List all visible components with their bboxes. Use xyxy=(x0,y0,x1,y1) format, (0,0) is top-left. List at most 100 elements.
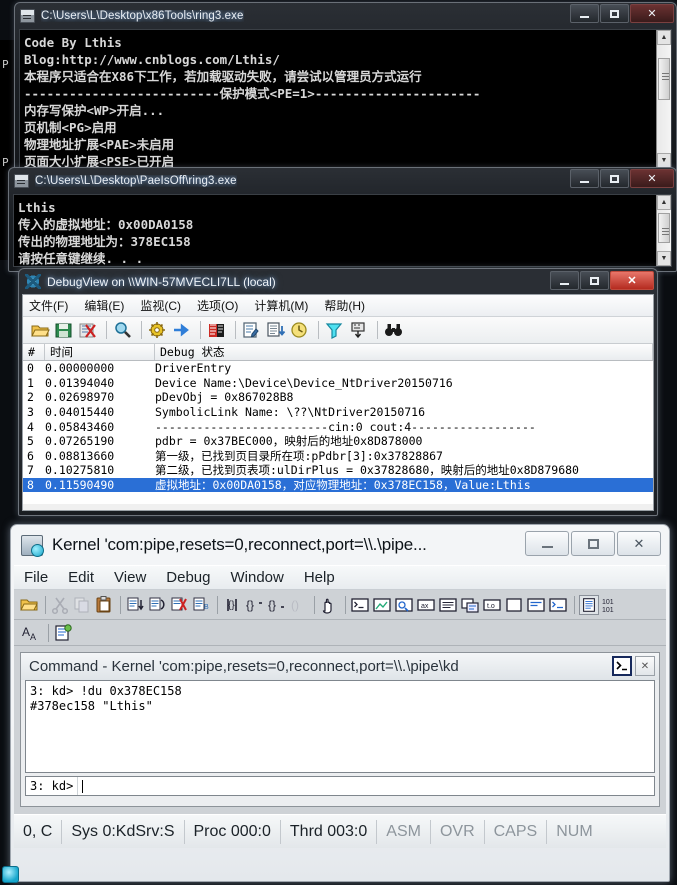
font-icon[interactable]: AA xyxy=(22,623,42,643)
step-over-icon[interactable]: {} xyxy=(244,595,264,615)
clock-icon[interactable] xyxy=(289,320,311,340)
disassembly-icon[interactable]: t.o xyxy=(482,595,502,615)
registers-window-icon[interactable]: ax xyxy=(416,595,436,615)
titlebar[interactable]: Kernel 'com:pipe,resets=0,reconnect,port… xyxy=(11,525,669,565)
minimize-button[interactable] xyxy=(570,169,599,188)
menu-item-edit[interactable]: Edit xyxy=(68,569,94,586)
table-row[interactable]: 6 0.08813660 第一级，已找到页目录所在项:pPdbr[3]:0x3782… xyxy=(23,449,653,464)
scrollbar-thumb[interactable] xyxy=(658,213,670,243)
titlebar[interactable]: C:\Users\L\Desktop\x86Tools\ring3.exe ✕ xyxy=(15,3,676,29)
toolbar-secondary[interactable]: AA xyxy=(14,620,666,646)
processes-icon[interactable] xyxy=(526,595,546,615)
maximize-button[interactable] xyxy=(580,271,609,290)
window-controls[interactable]: ✕ xyxy=(569,4,674,23)
capture-kernel-icon[interactable] xyxy=(147,320,169,340)
table-row[interactable]: 7 0.10275810 第二级，已找到页表项:ulDirPlus = 0x3782… xyxy=(23,463,653,478)
scrollbar-thumb[interactable] xyxy=(658,58,670,100)
column-header-index[interactable]: # xyxy=(23,344,45,360)
menu-item-file[interactable]: File xyxy=(24,569,48,586)
vertical-scrollbar[interactable]: ▲ ▼ xyxy=(656,30,671,168)
menu-item-file[interactable]: 文件(F) xyxy=(29,297,68,314)
window-controls[interactable]: ✕ xyxy=(569,169,674,188)
step-out-icon[interactable]: {} xyxy=(266,595,286,615)
minimize-button[interactable] xyxy=(550,271,579,290)
console-window-ring3-paeisoff[interactable]: C:\Users\L\Desktop\PaeIsOff\ring3.exe ✕ … xyxy=(8,167,677,272)
table-row[interactable]: 4 0.05843460 -------------------------cin:… xyxy=(23,419,653,434)
scroll-up-arrow[interactable]: ▲ xyxy=(657,195,671,210)
break-icon[interactable] xyxy=(169,595,189,615)
scratch-pad-icon[interactable] xyxy=(504,595,524,615)
tray-icon[interactable] xyxy=(2,866,19,883)
command-window-controls[interactable]: ✕ xyxy=(609,656,655,676)
titlebar[interactable]: C:\Users\L\Desktop\PaeIsOff\ring3.exe ✕ xyxy=(9,168,676,194)
save-icon[interactable] xyxy=(53,320,75,340)
clear-icon[interactable] xyxy=(77,320,99,340)
minimize-button[interactable] xyxy=(525,531,569,556)
console-window-ring3-x86tools[interactable]: C:\Users\L\Desktop\x86Tools\ring3.exe ✕ … xyxy=(14,2,677,174)
command-window[interactable]: Command - Kernel 'com:pipe,resets=0,reco… xyxy=(20,652,660,807)
table-row[interactable]: 8 0.11590490 虚拟地址：0x00DA0158，对应物理地址：0x378E… xyxy=(23,477,653,493)
close-icon[interactable]: ✕ xyxy=(635,656,655,676)
watch-window-icon[interactable] xyxy=(372,595,392,615)
history-icon[interactable] xyxy=(348,320,370,340)
table-row[interactable]: 0 0.00000000 DriverEntry xyxy=(23,361,653,376)
close-button[interactable]: ✕ xyxy=(630,169,674,188)
menu-item-help[interactable]: 帮助(H) xyxy=(324,297,365,314)
command-input-row[interactable]: 3: kd> xyxy=(25,776,655,796)
filter-icon[interactable] xyxy=(324,320,346,340)
scroll-down-arrow[interactable]: ▼ xyxy=(657,251,671,266)
column-header-time[interactable]: 时间 xyxy=(45,344,155,360)
step-into-icon[interactable] xyxy=(147,595,167,615)
menu-item-view[interactable]: View xyxy=(114,569,146,586)
restart-icon[interactable]: {} xyxy=(222,595,242,615)
scroll-down-arrow[interactable]: ▼ xyxy=(657,153,671,168)
locals-window-icon[interactable] xyxy=(394,595,414,615)
command-browser-icon[interactable] xyxy=(548,595,568,615)
command-window-icon[interactable] xyxy=(350,595,370,615)
menubar[interactable]: File Edit View Debug Window Help xyxy=(14,565,666,590)
source-window-icon[interactable] xyxy=(579,594,599,615)
menu-item-edit[interactable]: 编辑(E) xyxy=(84,297,124,314)
line-numbers-icon[interactable]: 101 101 xyxy=(601,595,625,615)
menu-item-debug[interactable]: Debug xyxy=(166,569,210,586)
menu-item-help[interactable]: Help xyxy=(304,569,335,586)
call-stack-icon[interactable] xyxy=(460,595,480,615)
paste-icon[interactable] xyxy=(94,595,114,615)
table-row[interactable]: 2 0.02698970 pDevObj = 0x867028B8 xyxy=(23,390,653,405)
highlight-icon[interactable] xyxy=(206,320,228,340)
memory-window-icon[interactable] xyxy=(438,595,458,615)
maximize-button[interactable] xyxy=(571,531,615,556)
minimize-button[interactable] xyxy=(570,4,599,23)
log-file-icon[interactable] xyxy=(53,623,73,643)
break-hand-icon[interactable] xyxy=(319,595,339,615)
capture-events-icon[interactable] xyxy=(171,320,193,340)
scroll-up-arrow[interactable]: ▲ xyxy=(657,30,671,45)
close-button[interactable]: ✕ xyxy=(630,4,674,23)
window-controls[interactable]: ✕ xyxy=(523,531,661,556)
debug-output-list[interactable]: # 时间 Debug 状态 0 0.00000000 DriverEntry 1 0.0… xyxy=(23,344,653,504)
list-header[interactable]: # 时间 Debug 状态 xyxy=(23,344,653,361)
table-row[interactable]: 5 0.07265190 pdbr = 0x37BEC000，映射后的地址0x8D8… xyxy=(23,434,653,449)
menu-item-window[interactable]: Window xyxy=(230,569,283,586)
close-button[interactable]: ✕ xyxy=(610,271,654,290)
column-header-debug[interactable]: Debug 状态 xyxy=(155,344,653,360)
debugview-window[interactable]: DebugView on \\WIN-57MVECLI7LL (local) ✕… xyxy=(18,268,658,516)
open-icon[interactable] xyxy=(19,595,39,615)
find-icon[interactable] xyxy=(112,320,134,340)
open-icon[interactable] xyxy=(29,320,51,340)
table-row[interactable]: 3 0.04015440 SymbolicLink Name: \??\NtDriv… xyxy=(23,405,653,420)
menu-item-options[interactable]: 选项(O) xyxy=(197,297,238,314)
table-row[interactable]: 1 0.01394040 Device Name:\Device\Device_Nt… xyxy=(23,376,653,391)
menu-item-computer[interactable]: 计算机(M) xyxy=(254,297,308,314)
find-binoculars-icon[interactable] xyxy=(383,320,405,340)
maximize-button[interactable] xyxy=(600,169,629,188)
close-button[interactable]: ✕ xyxy=(617,531,661,556)
maximize-button[interactable] xyxy=(600,4,629,23)
command-input[interactable] xyxy=(83,777,654,795)
autoscroll-icon[interactable] xyxy=(265,320,287,340)
menubar[interactable]: 文件(F) 编辑(E) 监视(C) 选项(O) 计算机(M) 帮助(H) xyxy=(23,295,653,317)
command-output-pane[interactable]: 3: kd> !du 0x378EC158 #378ec158 "Lthis" xyxy=(25,680,655,773)
windbg-window[interactable]: Kernel 'com:pipe,resets=0,reconnect,port… xyxy=(10,524,670,882)
menu-item-capture[interactable]: 监视(C) xyxy=(140,297,181,314)
titlebar[interactable]: DebugView on \\WIN-57MVECLI7LL (local) ✕ xyxy=(19,269,657,294)
